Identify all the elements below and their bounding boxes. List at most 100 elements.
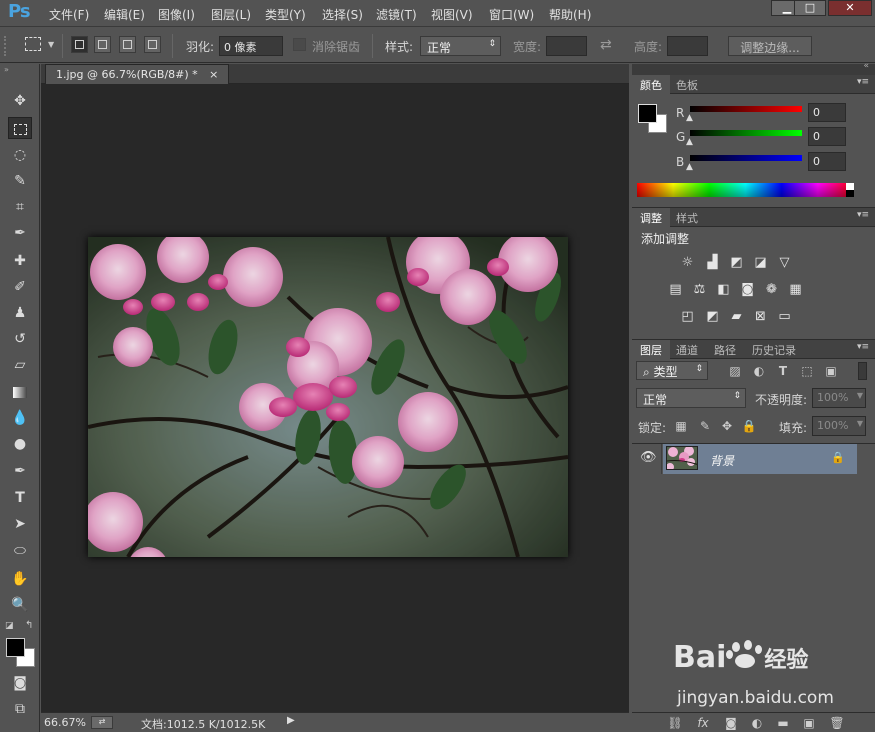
tab-adjustments[interactable]: 调整	[632, 208, 670, 227]
posterize-icon[interactable]: ◩	[704, 309, 721, 324]
grip-handle[interactable]	[4, 36, 10, 56]
gradient-tool-icon[interactable]	[8, 381, 32, 403]
swap-colors-icon[interactable]: ↰	[25, 620, 33, 631]
lock-pixels-icon[interactable]: ✎	[696, 417, 714, 435]
lock-transparent-icon[interactable]: ▦	[672, 417, 690, 435]
new-adjustment-icon[interactable]: ◐	[748, 716, 766, 732]
blend-mode-dropdown[interactable]: 正常 ⇕	[636, 388, 746, 408]
pen-tool-icon[interactable]: ✒	[8, 460, 32, 482]
eyedropper-tool-icon[interactable]: ✒	[8, 222, 32, 244]
chevron-down-icon[interactable]: ▼	[857, 419, 863, 428]
zoom-level[interactable]: 66.67%	[44, 716, 86, 729]
lock-all-icon[interactable]: 🔒	[740, 417, 758, 435]
levels-icon[interactable]: ▟	[704, 255, 721, 270]
channel-b-input[interactable]: 0	[808, 152, 846, 171]
menu-type[interactable]: 类型(Y)	[265, 6, 306, 23]
swap-arrows-icon[interactable]: ⇄	[600, 37, 612, 53]
intersect-selection-button[interactable]	[144, 36, 161, 53]
eye-icon[interactable]: 👁	[640, 450, 657, 465]
feather-input[interactable]: 0 像素	[219, 36, 283, 56]
lock-position-icon[interactable]: ✥	[718, 417, 736, 435]
tab-color[interactable]: 颜色	[632, 75, 670, 94]
new-layer-icon[interactable]: ▣	[800, 716, 818, 732]
zoom-tool-icon[interactable]: 🔍	[8, 594, 32, 616]
fill-input[interactable]: 100% ▼	[812, 416, 866, 436]
link-layers-icon[interactable]: ⛓	[666, 716, 684, 732]
menu-view[interactable]: 视图(V)	[431, 6, 473, 23]
add-selection-button[interactable]	[94, 36, 111, 53]
history-brush-tool-icon[interactable]: ↺	[8, 328, 32, 350]
invert-icon[interactable]: ◰	[679, 309, 696, 324]
menu-layer[interactable]: 图层(L)	[211, 6, 251, 23]
chevron-down-icon[interactable]: ▼	[857, 391, 863, 400]
spectrum-black-swatch[interactable]	[846, 190, 854, 197]
slider-thumb-icon[interactable]: ▲	[686, 137, 693, 147]
document-info[interactable]: 文档:1012.5 K/1012.5K	[141, 716, 265, 732]
panel-menu-icon[interactable]: ▾≡	[857, 210, 869, 220]
menu-image[interactable]: 图像(I)	[158, 6, 195, 23]
layer-row[interactable]: 背景 🔒	[663, 444, 857, 474]
channel-r-input[interactable]: 0	[808, 103, 846, 122]
path-select-tool-icon[interactable]: ➤	[8, 513, 32, 535]
filter-adjustment-icon[interactable]: ◐	[750, 362, 768, 380]
collapse-chevrons-icon[interactable]: »	[4, 65, 9, 74]
menu-edit[interactable]: 编辑(E)	[104, 6, 145, 23]
tab-layers[interactable]: 图层	[632, 340, 670, 359]
document-tab[interactable]: 1.jpg @ 66.7%(RGB/8#) * ×	[45, 64, 230, 84]
foreground-color-swatch[interactable]	[6, 638, 25, 657]
gradient-map-icon[interactable]: ▭	[776, 309, 793, 324]
tab-swatches[interactable]: 色板	[668, 75, 706, 94]
panel-menu-icon[interactable]: ▾≡	[857, 342, 869, 352]
close-window-button[interactable]: ✕	[828, 0, 872, 16]
crop-tool-icon[interactable]: ⌗	[8, 196, 32, 218]
opacity-input[interactable]: 100% ▼	[812, 388, 866, 408]
menu-help[interactable]: 帮助(H)	[549, 6, 591, 23]
curves-icon[interactable]: ◩	[728, 255, 745, 270]
tab-channels[interactable]: 通道	[668, 340, 706, 359]
default-colors-icon[interactable]: ◪	[5, 621, 14, 631]
brush-tool-icon[interactable]: ✐	[8, 276, 32, 298]
channel-g-slider[interactable]	[690, 130, 802, 136]
layer-style-fx-icon[interactable]: fx	[694, 716, 712, 732]
healing-brush-tool-icon[interactable]: ✚	[8, 250, 32, 272]
panel-menu-icon[interactable]: ▾≡	[857, 77, 869, 87]
channel-mixer-icon[interactable]: ❁	[763, 282, 780, 297]
filter-pixel-icon[interactable]: ▨	[726, 362, 744, 380]
color-fg-swatch[interactable]	[638, 104, 657, 123]
antialias-checkbox[interactable]	[293, 38, 306, 51]
new-selection-button[interactable]	[71, 36, 88, 53]
filter-shape-icon[interactable]: ⬚	[798, 362, 816, 380]
maximize-button[interactable]: □	[794, 0, 826, 16]
color-spectrum-bar[interactable]	[637, 183, 854, 197]
type-tool-icon[interactable]: T	[8, 487, 32, 509]
color-lookup-icon[interactable]: ▦	[787, 282, 804, 297]
move-tool-icon[interactable]: ✥	[8, 90, 32, 112]
layer-name[interactable]: 背景	[710, 452, 734, 469]
menu-select[interactable]: 选择(S)	[322, 6, 363, 23]
slider-thumb-icon[interactable]: ▲	[686, 162, 693, 172]
screen-mode-icon[interactable]: ⧉	[8, 698, 32, 720]
expand-chevrons-icon[interactable]: «	[863, 61, 869, 71]
refine-edge-button[interactable]: 调整边缘...	[728, 36, 812, 56]
filter-toggle-switch[interactable]	[858, 362, 867, 380]
close-tab-icon[interactable]: ×	[209, 68, 218, 81]
height-input[interactable]	[667, 36, 708, 56]
channel-r-slider[interactable]	[690, 106, 802, 112]
quick-mask-icon[interactable]: ◙	[8, 672, 32, 694]
eraser-tool-icon[interactable]: ▱	[8, 354, 32, 376]
status-share-icon[interactable]: ⇄	[91, 716, 113, 729]
vibrance-icon[interactable]: ▽	[776, 255, 793, 270]
hand-tool-icon[interactable]: ✋	[8, 568, 32, 590]
clone-stamp-tool-icon[interactable]: ♟	[8, 302, 32, 324]
new-group-icon[interactable]: ▬	[774, 716, 792, 732]
subtract-selection-button[interactable]	[119, 36, 136, 53]
exposure-icon[interactable]: ◪	[752, 255, 769, 270]
black-white-icon[interactable]: ◧	[715, 282, 732, 297]
photo-filter-icon[interactable]: ◙	[739, 282, 756, 297]
tab-styles[interactable]: 样式	[668, 208, 706, 227]
style-dropdown[interactable]: 正常 ⇕	[420, 36, 501, 56]
lasso-tool-icon[interactable]: ◌	[8, 144, 32, 166]
menu-filter[interactable]: 滤镜(T)	[376, 6, 417, 23]
width-input[interactable]	[546, 36, 587, 56]
dodge-tool-icon[interactable]: ●	[8, 433, 32, 455]
